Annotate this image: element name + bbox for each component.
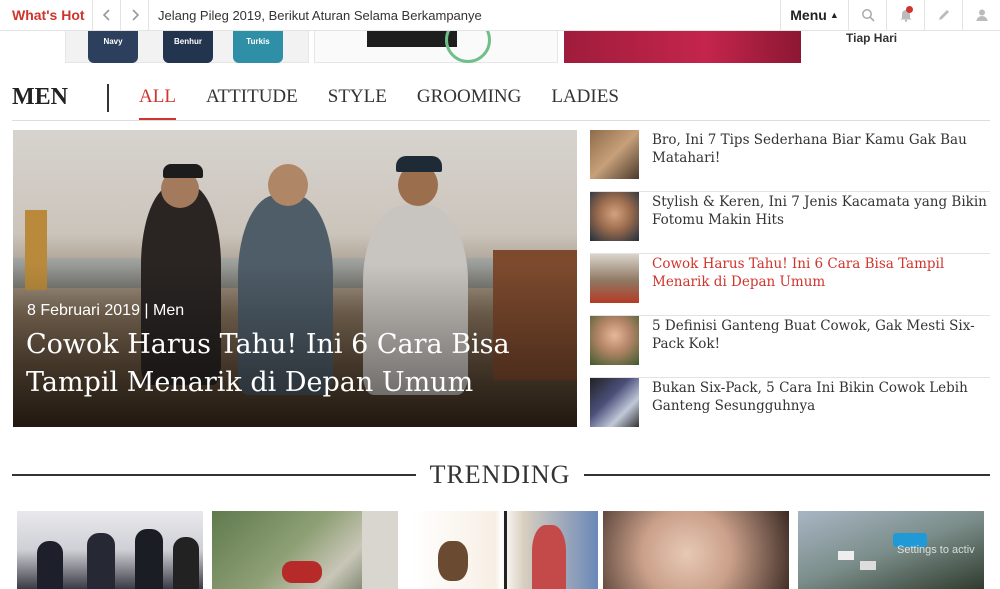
- partial-article-image[interactable]: [564, 31, 801, 63]
- hero-meta: 8 Februari 2019 | Men: [27, 302, 184, 320]
- hero-article[interactable]: 8 Februari 2019 | Men Cowok Harus Tahu! …: [13, 130, 577, 427]
- card-illustration: [532, 525, 566, 589]
- hero-meta-separator: |: [144, 302, 149, 319]
- category-tabs: ALL ATTITUDE STYLE GROOMING LADIES: [139, 86, 649, 120]
- menu-button[interactable]: Menu ▲: [780, 0, 848, 31]
- card-figure: [135, 529, 163, 589]
- notification-button[interactable]: [886, 0, 924, 31]
- activation-watermark: Settings to activ: [897, 544, 975, 556]
- chevron-right-icon: [131, 9, 139, 21]
- tab-ladies[interactable]: LADIES: [551, 86, 619, 120]
- article-thumbnail[interactable]: [590, 130, 639, 179]
- card-panel-divider: [504, 511, 507, 589]
- article-title[interactable]: 5 Definisi Ganteng Buat Cowok, Gak Mesti…: [652, 316, 990, 353]
- tab-grooming[interactable]: GROOMING: [417, 86, 522, 120]
- shirt-image: Turkis: [233, 31, 283, 63]
- shirt-image: Benhur: [163, 31, 213, 63]
- side-article-list: Bro, Ini 7 Tips Sederhana Biar Kamu Gak …: [590, 130, 990, 440]
- article-thumbnail[interactable]: [590, 316, 639, 365]
- card-figure: [173, 537, 199, 589]
- dark-shape: [367, 31, 457, 47]
- article-title[interactable]: Stylish & Keren, Ini 7 Jenis Kacamata ya…: [652, 192, 990, 229]
- caret-down-icon: ▲: [829, 10, 839, 20]
- trending-title: TRENDING: [429, 460, 571, 489]
- list-item[interactable]: Bukan Six-Pack, 5 Cara Ini Bikin Cowok L…: [590, 378, 990, 440]
- hero-category[interactable]: Men: [153, 302, 184, 319]
- trending-divider-left: [12, 474, 416, 476]
- article-title[interactable]: Bro, Ini 7 Tips Sederhana Biar Kamu Gak …: [652, 130, 990, 167]
- search-button[interactable]: [848, 0, 886, 31]
- top-bar: What's Hot Jelang Pileg 2019, Berikut At…: [0, 0, 1000, 31]
- trending-divider-right: [584, 474, 990, 476]
- tab-style[interactable]: STYLE: [328, 86, 387, 120]
- partial-product-image[interactable]: Navy Benhur Turkis: [65, 31, 309, 63]
- whats-hot-label[interactable]: What's Hot: [0, 0, 93, 31]
- user-icon: [976, 9, 987, 21]
- trending-card[interactable]: [603, 511, 789, 589]
- hero-date: 8 Februari 2019: [27, 302, 140, 319]
- article-thumbnail[interactable]: [590, 378, 639, 427]
- card-illustration: [438, 541, 468, 581]
- hero-title[interactable]: Cowok Harus Tahu! Ini 6 Cara Bisa Tampil…: [26, 326, 546, 402]
- pencil-icon: [938, 10, 949, 20]
- section-divider: [12, 120, 990, 121]
- card-motorbike: [282, 561, 322, 583]
- list-item[interactable]: Bro, Ini 7 Tips Sederhana Biar Kamu Gak …: [590, 130, 990, 192]
- ticker-headline[interactable]: Jelang Pileg 2019, Berikut Aturan Selama…: [149, 0, 780, 31]
- article-title[interactable]: Cowok Harus Tahu! Ini 6 Cara Bisa Tampil…: [652, 254, 990, 291]
- write-button[interactable]: [924, 0, 962, 31]
- section-title: MEN: [12, 84, 68, 110]
- list-item[interactable]: Stylish & Keren, Ini 7 Jenis Kacamata ya…: [590, 192, 990, 254]
- card-figure: [37, 541, 63, 589]
- card-car: [860, 561, 876, 570]
- trending-card[interactable]: [212, 511, 398, 589]
- list-item[interactable]: 5 Definisi Ganteng Buat Cowok, Gak Mesti…: [590, 316, 990, 378]
- card-figure: [87, 533, 115, 589]
- article-thumbnail[interactable]: [590, 254, 639, 303]
- shirt-image: Navy: [88, 31, 138, 63]
- ticker-next-button[interactable]: [121, 0, 149, 31]
- ticker-prev-button[interactable]: [93, 0, 121, 31]
- tab-all[interactable]: ALL: [139, 86, 176, 120]
- list-item[interactable]: Cowok Harus Tahu! Ini 6 Cara Bisa Tampil…: [590, 254, 990, 316]
- partial-caption: Tiap Hari: [846, 31, 898, 45]
- card-wall: [362, 511, 398, 589]
- menu-label: Menu: [790, 7, 827, 23]
- trending-card[interactable]: [412, 511, 598, 589]
- search-icon: [861, 9, 875, 22]
- card-car: [838, 551, 854, 560]
- article-title[interactable]: Bukan Six-Pack, 5 Cara Ini Bikin Cowok L…: [652, 378, 990, 415]
- notification-dot: [906, 5, 913, 13]
- partial-article-image[interactable]: [314, 17, 558, 63]
- chevron-left-icon: [102, 9, 110, 21]
- article-thumbnail[interactable]: [590, 192, 639, 241]
- section-separator: [107, 84, 109, 112]
- tab-attitude[interactable]: ATTITUDE: [206, 86, 298, 120]
- user-button[interactable]: [962, 0, 1000, 31]
- trending-card[interactable]: [17, 511, 203, 589]
